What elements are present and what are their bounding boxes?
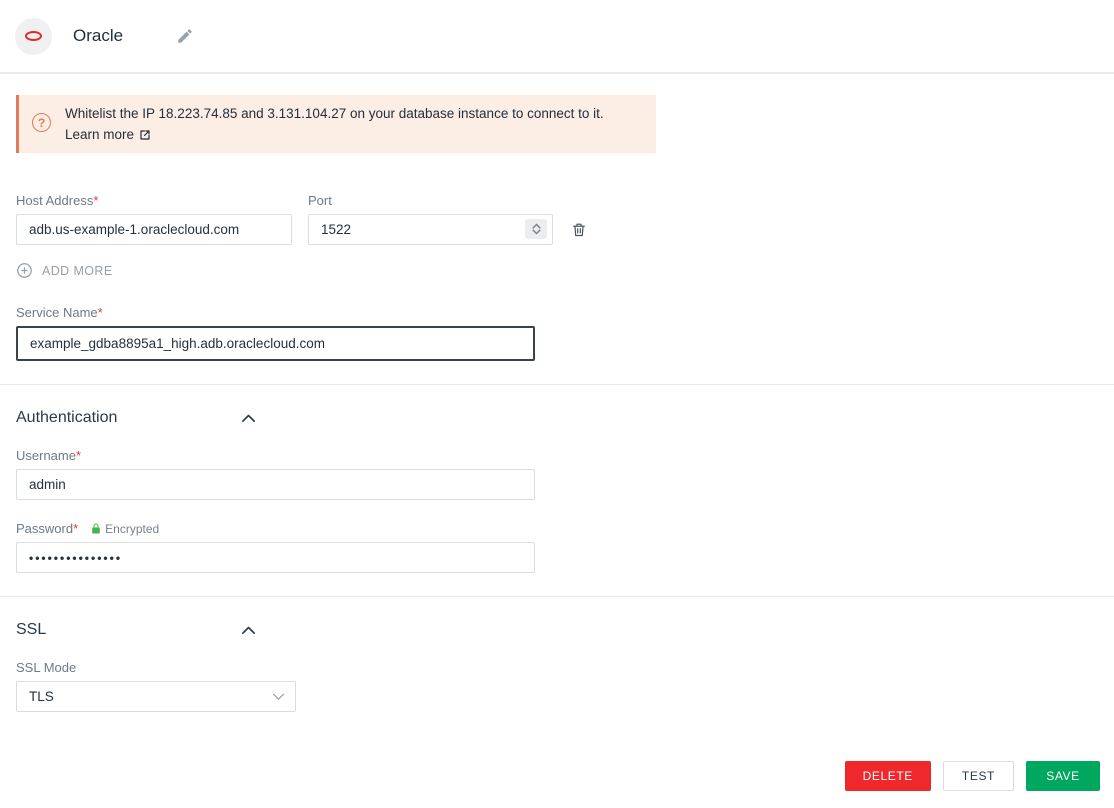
pencil-icon — [176, 27, 194, 45]
username-label: Username* — [16, 448, 535, 463]
required-asterisk: * — [76, 448, 81, 463]
ssl-toggle[interactable]: SSL — [16, 621, 256, 639]
chevron-down-icon — [272, 692, 285, 701]
oracle-avatar — [15, 18, 52, 55]
authentication-toggle[interactable]: Authentication — [16, 409, 256, 427]
delete-host-row-button[interactable] — [571, 221, 587, 238]
required-asterisk: * — [93, 193, 98, 208]
port-label: Port — [308, 193, 553, 208]
required-asterisk: * — [98, 305, 103, 320]
service-name-label: Service Name* — [16, 305, 535, 320]
ssl-mode-label: SSL Mode — [16, 660, 296, 675]
banner-text: Whitelist the IP 18.223.74.85 and 3.131.… — [65, 103, 604, 145]
port-input[interactable] — [308, 214, 553, 245]
ssl-mode-value: TLS — [29, 689, 54, 704]
encrypted-badge: Encrypted — [90, 522, 159, 536]
edit-name-button[interactable] — [176, 27, 194, 45]
service-name-input[interactable] — [16, 326, 535, 361]
host-address-label: Host Address* — [16, 193, 292, 208]
section-divider — [0, 596, 1114, 597]
footer-actions: DELETE TEST SAVE — [845, 761, 1100, 791]
banner-message: Whitelist the IP 18.223.74.85 and 3.131.… — [65, 106, 604, 121]
password-label: Password* — [16, 521, 78, 536]
save-button[interactable]: SAVE — [1026, 761, 1100, 791]
connection-header: Oracle — [0, 0, 1114, 74]
external-link-icon — [139, 129, 151, 141]
add-more-label: ADD MORE — [42, 264, 113, 278]
lock-icon — [90, 522, 102, 535]
authentication-title: Authentication — [16, 409, 117, 427]
learn-more-label: Learn more — [65, 124, 134, 145]
learn-more-link[interactable]: Learn more — [65, 124, 151, 145]
trash-icon — [571, 221, 587, 238]
delete-button[interactable]: DELETE — [845, 761, 931, 791]
username-input[interactable] — [16, 469, 535, 500]
required-asterisk: * — [73, 521, 78, 536]
chevron-up-icon — [241, 625, 256, 635]
ssl-title: SSL — [16, 621, 46, 639]
authentication-section: Authentication Username* Password* Encry… — [0, 409, 1114, 573]
ssl-mode-select[interactable]: TLS — [16, 681, 296, 712]
encrypted-label: Encrypted — [105, 522, 159, 536]
whitelist-banner: ? Whitelist the IP 18.223.74.85 and 3.13… — [16, 95, 656, 153]
question-circle-icon: ? — [32, 113, 51, 132]
stepper-down-icon — [532, 229, 541, 235]
chevron-up-icon — [241, 413, 256, 423]
password-input[interactable] — [16, 542, 535, 573]
test-button[interactable]: TEST — [943, 761, 1014, 791]
connection-title: Oracle — [73, 26, 123, 46]
connection-form: Host Address* Port ADD MORE Service Name… — [0, 193, 1114, 361]
host-address-input[interactable] — [16, 214, 292, 245]
port-stepper[interactable] — [525, 219, 547, 239]
add-more-button[interactable]: ADD MORE — [16, 262, 113, 279]
oracle-logo-icon — [25, 31, 42, 41]
plus-circle-icon — [16, 262, 33, 279]
section-divider — [0, 384, 1114, 385]
ssl-section: SSL SSL Mode TLS — [0, 621, 1114, 712]
